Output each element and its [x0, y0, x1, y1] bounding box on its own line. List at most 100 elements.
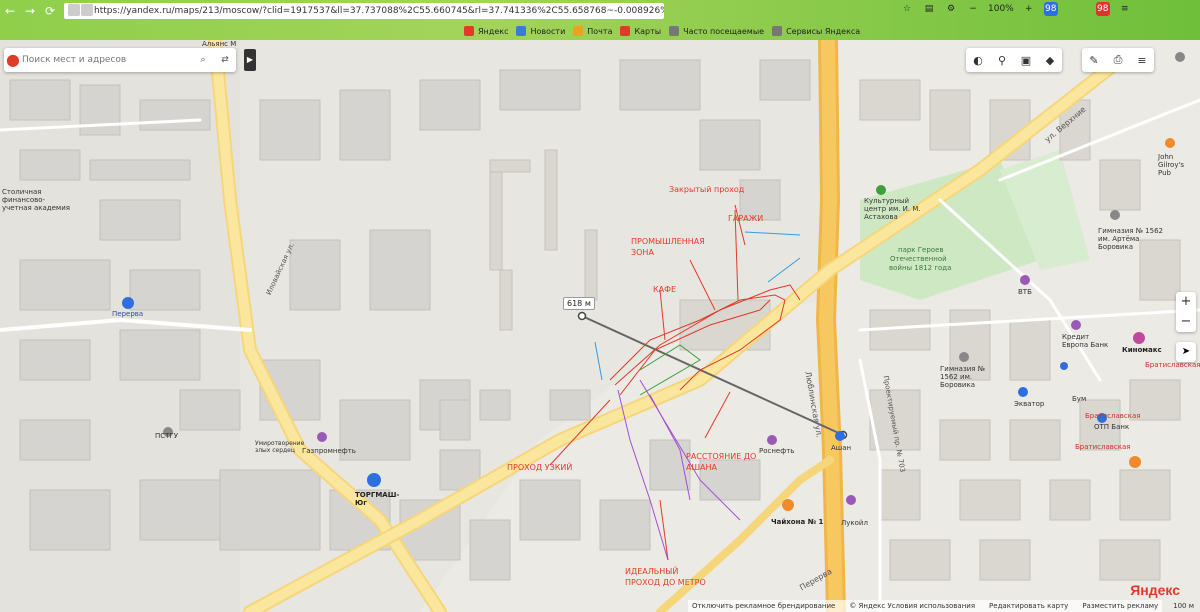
poi-rosneft[interactable]: Роснефть	[759, 447, 794, 455]
pererva-station-icon	[122, 297, 134, 309]
url-text: https://yandex.ru/maps/213/moscow/?clid=…	[94, 6, 664, 16]
zoom-control: + −	[1176, 292, 1196, 332]
gazprom-icon	[317, 432, 327, 442]
annot-garages: ГАРАЖИ	[728, 214, 764, 223]
gymn1-icon	[959, 352, 969, 362]
poi-park-2: Отечественной	[890, 255, 947, 263]
bookmark-news[interactable]: Новости	[516, 26, 565, 36]
scale-bar: 100 м	[1173, 602, 1194, 610]
zoom-in-icon[interactable]: +	[1022, 2, 1036, 16]
poi-credeuro[interactable]: Кредит Европа Банк	[1062, 333, 1112, 349]
locate-icon[interactable]: ➤	[1176, 342, 1196, 362]
footer-link-3[interactable]: Редактировать карту	[989, 602, 1068, 610]
forward-icon[interactable]: →	[20, 2, 40, 20]
rosneft-icon	[767, 435, 777, 445]
search-icon[interactable]: ⌕	[192, 55, 214, 65]
route-icon[interactable]: ⇄	[214, 55, 236, 65]
annot-ideal-2: ПРОХОД ДО МЕТРО	[625, 578, 706, 587]
gilroy-icon	[1165, 138, 1175, 148]
poi-gazprom[interactable]: Газпромнефть	[302, 447, 356, 455]
poi-gilroy[interactable]: John Gilroy's Pub	[1158, 153, 1196, 177]
poi-otp[interactable]: ОТП Банк	[1094, 423, 1129, 431]
poi-gymn2[interactable]: Гимназия № 1562 им. Артёма Боровика	[1098, 227, 1168, 251]
measure-label[interactable]: 618 м	[563, 297, 595, 310]
bookmark-star-icon[interactable]: ☆	[900, 2, 914, 16]
bookmark-maps[interactable]: Карты	[620, 26, 661, 36]
reload-icon[interactable]: ⟳	[40, 2, 60, 20]
traffic-icon[interactable]: ◐	[966, 54, 990, 67]
bookmarks-bar: Яндекс Новости Почта Карты Часто посещае…	[0, 22, 1200, 40]
poi-kultcenter[interactable]: Культурный центр им. И. М. Астахова	[864, 197, 924, 221]
footer-link-2[interactable]: © Яндекс Условия использования	[849, 602, 975, 610]
chaykona-icon	[782, 499, 794, 511]
collapse-panel-button[interactable]: ▶	[244, 49, 256, 71]
poi-bratislav-2[interactable]: Братиславская	[1085, 412, 1140, 420]
poi-torgmash[interactable]: ТОРГМАШ-Юг	[355, 491, 399, 507]
poi-chaykona[interactable]: Чайхона № 1	[771, 518, 823, 526]
lukoil-icon	[846, 495, 856, 505]
vtb-icon	[1020, 275, 1030, 285]
annot-cafe: КАФЕ	[653, 285, 677, 294]
poi-kinomax[interactable]: Киномакс	[1122, 346, 1162, 354]
news-icon	[516, 26, 527, 36]
layer-controls: ◐ ⚲ ▣ ◆	[966, 48, 1062, 72]
bookmark-yandex[interactable]: Яндекс	[464, 26, 508, 36]
bratislav-cafe-icon	[1129, 456, 1141, 468]
folder-icon	[772, 26, 783, 36]
ext-badge-2[interactable]: 98	[1095, 2, 1110, 16]
ext-badge-1[interactable]: 98	[1043, 2, 1058, 16]
bookmark-mail[interactable]: Почта	[573, 26, 612, 36]
print-icon[interactable]: ⎙	[1106, 53, 1130, 67]
poi-bratislav-1[interactable]: Братиславская	[1145, 361, 1200, 369]
annot-distance-1: РАССТОЯНИЕ ДО	[686, 452, 757, 461]
tool-controls: ✎ ⎙ ≡	[1082, 48, 1154, 72]
torgmash-icon	[367, 473, 381, 487]
map-canvas[interactable]: Закрытый проход ГАРАЖИ ПРОМЫШЛЕННАЯ ЗОНА…	[0, 40, 1200, 612]
poi-vtb[interactable]: ВТБ	[1018, 288, 1032, 296]
browser-tools: ☆ ▤ ⚙ − 100% + 98 98 ≡	[900, 2, 1132, 16]
bike-icon[interactable]: ⚲	[990, 54, 1014, 67]
zoom-out-button[interactable]: −	[1176, 312, 1196, 332]
search-box[interactable]: ⬤ Поиск мест и адресов ⌕ ⇄	[4, 48, 236, 72]
footer-links: Отключить рекламное брендирование © Янде…	[688, 600, 1163, 612]
menu-icon[interactable]: ≡	[1118, 2, 1132, 16]
transit-icon[interactable]: ▣	[1014, 54, 1038, 67]
kultcenter-icon	[876, 185, 886, 195]
site-icon	[81, 4, 93, 16]
maps-icon	[620, 26, 631, 36]
poi-ekvator[interactable]: Экватор	[1014, 400, 1044, 408]
back-icon[interactable]: ←	[0, 2, 20, 20]
ruler-icon[interactable]: ✎	[1082, 54, 1106, 67]
measure-start	[577, 311, 587, 321]
footer-link-1[interactable]: Отключить рекламное брендирование	[692, 602, 835, 610]
zoom-out-icon[interactable]: −	[966, 2, 980, 16]
poi-ashan[interactable]: Ашан	[831, 444, 851, 452]
frequent-icon	[669, 26, 680, 36]
footer-link-4[interactable]: Разместить рекламу	[1082, 602, 1158, 610]
school-icon	[1175, 52, 1185, 62]
gymn2-icon	[1110, 210, 1120, 220]
bookmark-services[interactable]: Сервисы Яндекса	[772, 26, 860, 36]
layers-icon[interactable]: ◆	[1038, 54, 1062, 67]
menu-icon-map[interactable]: ≡	[1130, 54, 1154, 67]
extension-icon[interactable]: ⚙	[944, 2, 958, 16]
poi-bum[interactable]: Бум	[1072, 395, 1086, 403]
zoom-in-button[interactable]: +	[1176, 292, 1196, 312]
poi-bratislav-3[interactable]: Братиславская	[1075, 443, 1130, 451]
poi-academy[interactable]: Столичная финансово-учетная академия	[2, 188, 72, 212]
poi-pstgu[interactable]: ПСТГУ	[155, 432, 178, 440]
address-bar[interactable]: https://yandex.ru/maps/213/moscow/?clid=…	[64, 3, 664, 19]
credeuro-icon	[1071, 320, 1081, 330]
page-icon[interactable]: ▤	[922, 2, 936, 16]
poi-gymn1[interactable]: Гимназия № 1562 им. Боровика	[940, 365, 1000, 389]
poi-alliance[interactable]: Альянс М	[202, 40, 236, 48]
poi-pererva[interactable]: Перерва	[112, 310, 143, 318]
browser-chrome: ← → ⟳ https://yandex.ru/maps/213/moscow/…	[0, 0, 1200, 40]
bookmark-frequent[interactable]: Часто посещаемые	[669, 26, 764, 36]
poi-umiro[interactable]: Умиротворение злых сердец	[255, 440, 305, 454]
poi-lukoil[interactable]: Лукойл	[841, 519, 868, 527]
yandex-icon	[464, 26, 474, 36]
search-input[interactable]: Поиск мест и адресов	[22, 55, 192, 65]
annot-industrial-2: ЗОНА	[631, 248, 654, 257]
annot-industrial-1: ПРОМЫШЛЕННАЯ	[631, 237, 705, 246]
